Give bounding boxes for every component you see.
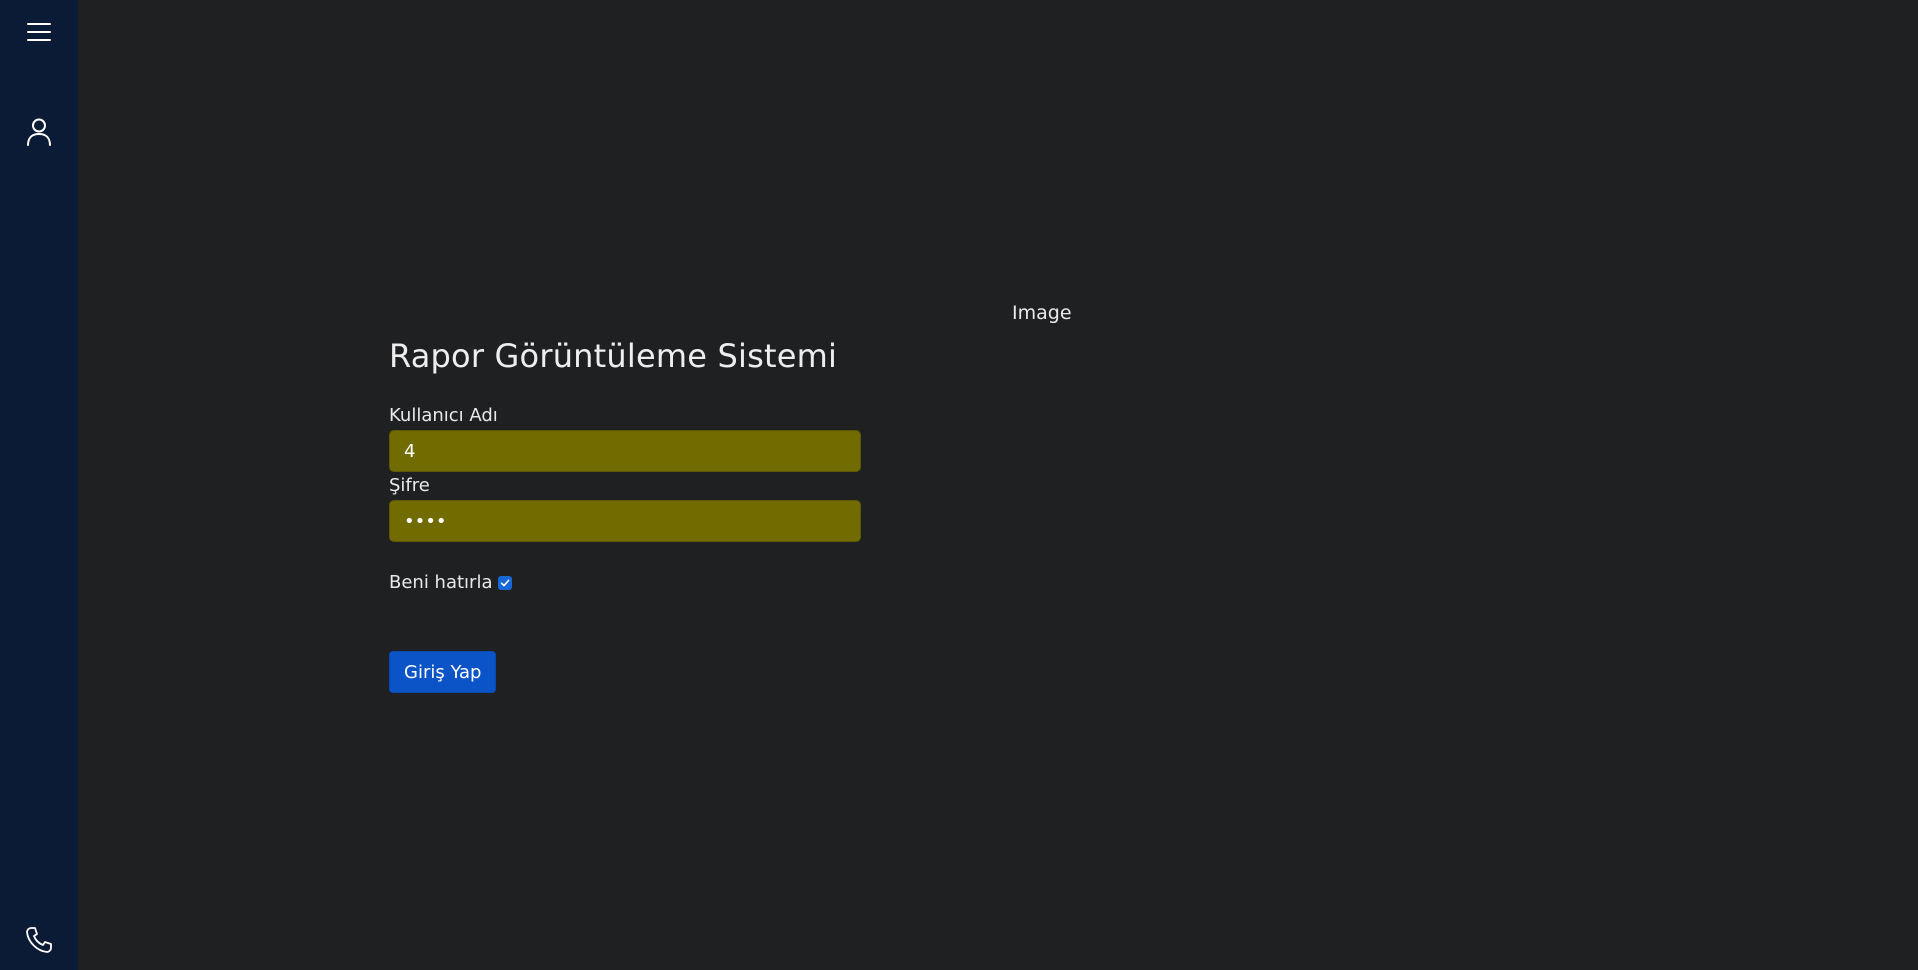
sidebar (0, 0, 78, 970)
username-label: Kullanıcı Adı (389, 405, 498, 426)
login-button[interactable]: Giriş Yap (389, 651, 497, 693)
contact-button[interactable] (0, 920, 78, 960)
remember-me-label: Beni hatırla (389, 572, 493, 593)
header-image-alt-text: Image (1012, 302, 1072, 324)
login-form: Rapor Görüntüleme Sistemi Kullanıcı Adı … (389, 334, 861, 693)
hamburger-menu-icon (27, 23, 51, 41)
username-field[interactable] (389, 430, 861, 472)
password-label: Şifre (389, 475, 430, 496)
password-field[interactable] (389, 500, 861, 542)
check-icon (501, 579, 510, 586)
profile-button[interactable] (0, 112, 78, 152)
user-icon (27, 118, 51, 146)
phone-icon (26, 927, 52, 953)
remember-me-checkbox[interactable] (498, 575, 513, 590)
menu-button[interactable] (0, 14, 78, 50)
page-title: Rapor Görüntüleme Sistemi (389, 337, 838, 375)
remember-me-row: Beni hatırla (389, 572, 513, 593)
